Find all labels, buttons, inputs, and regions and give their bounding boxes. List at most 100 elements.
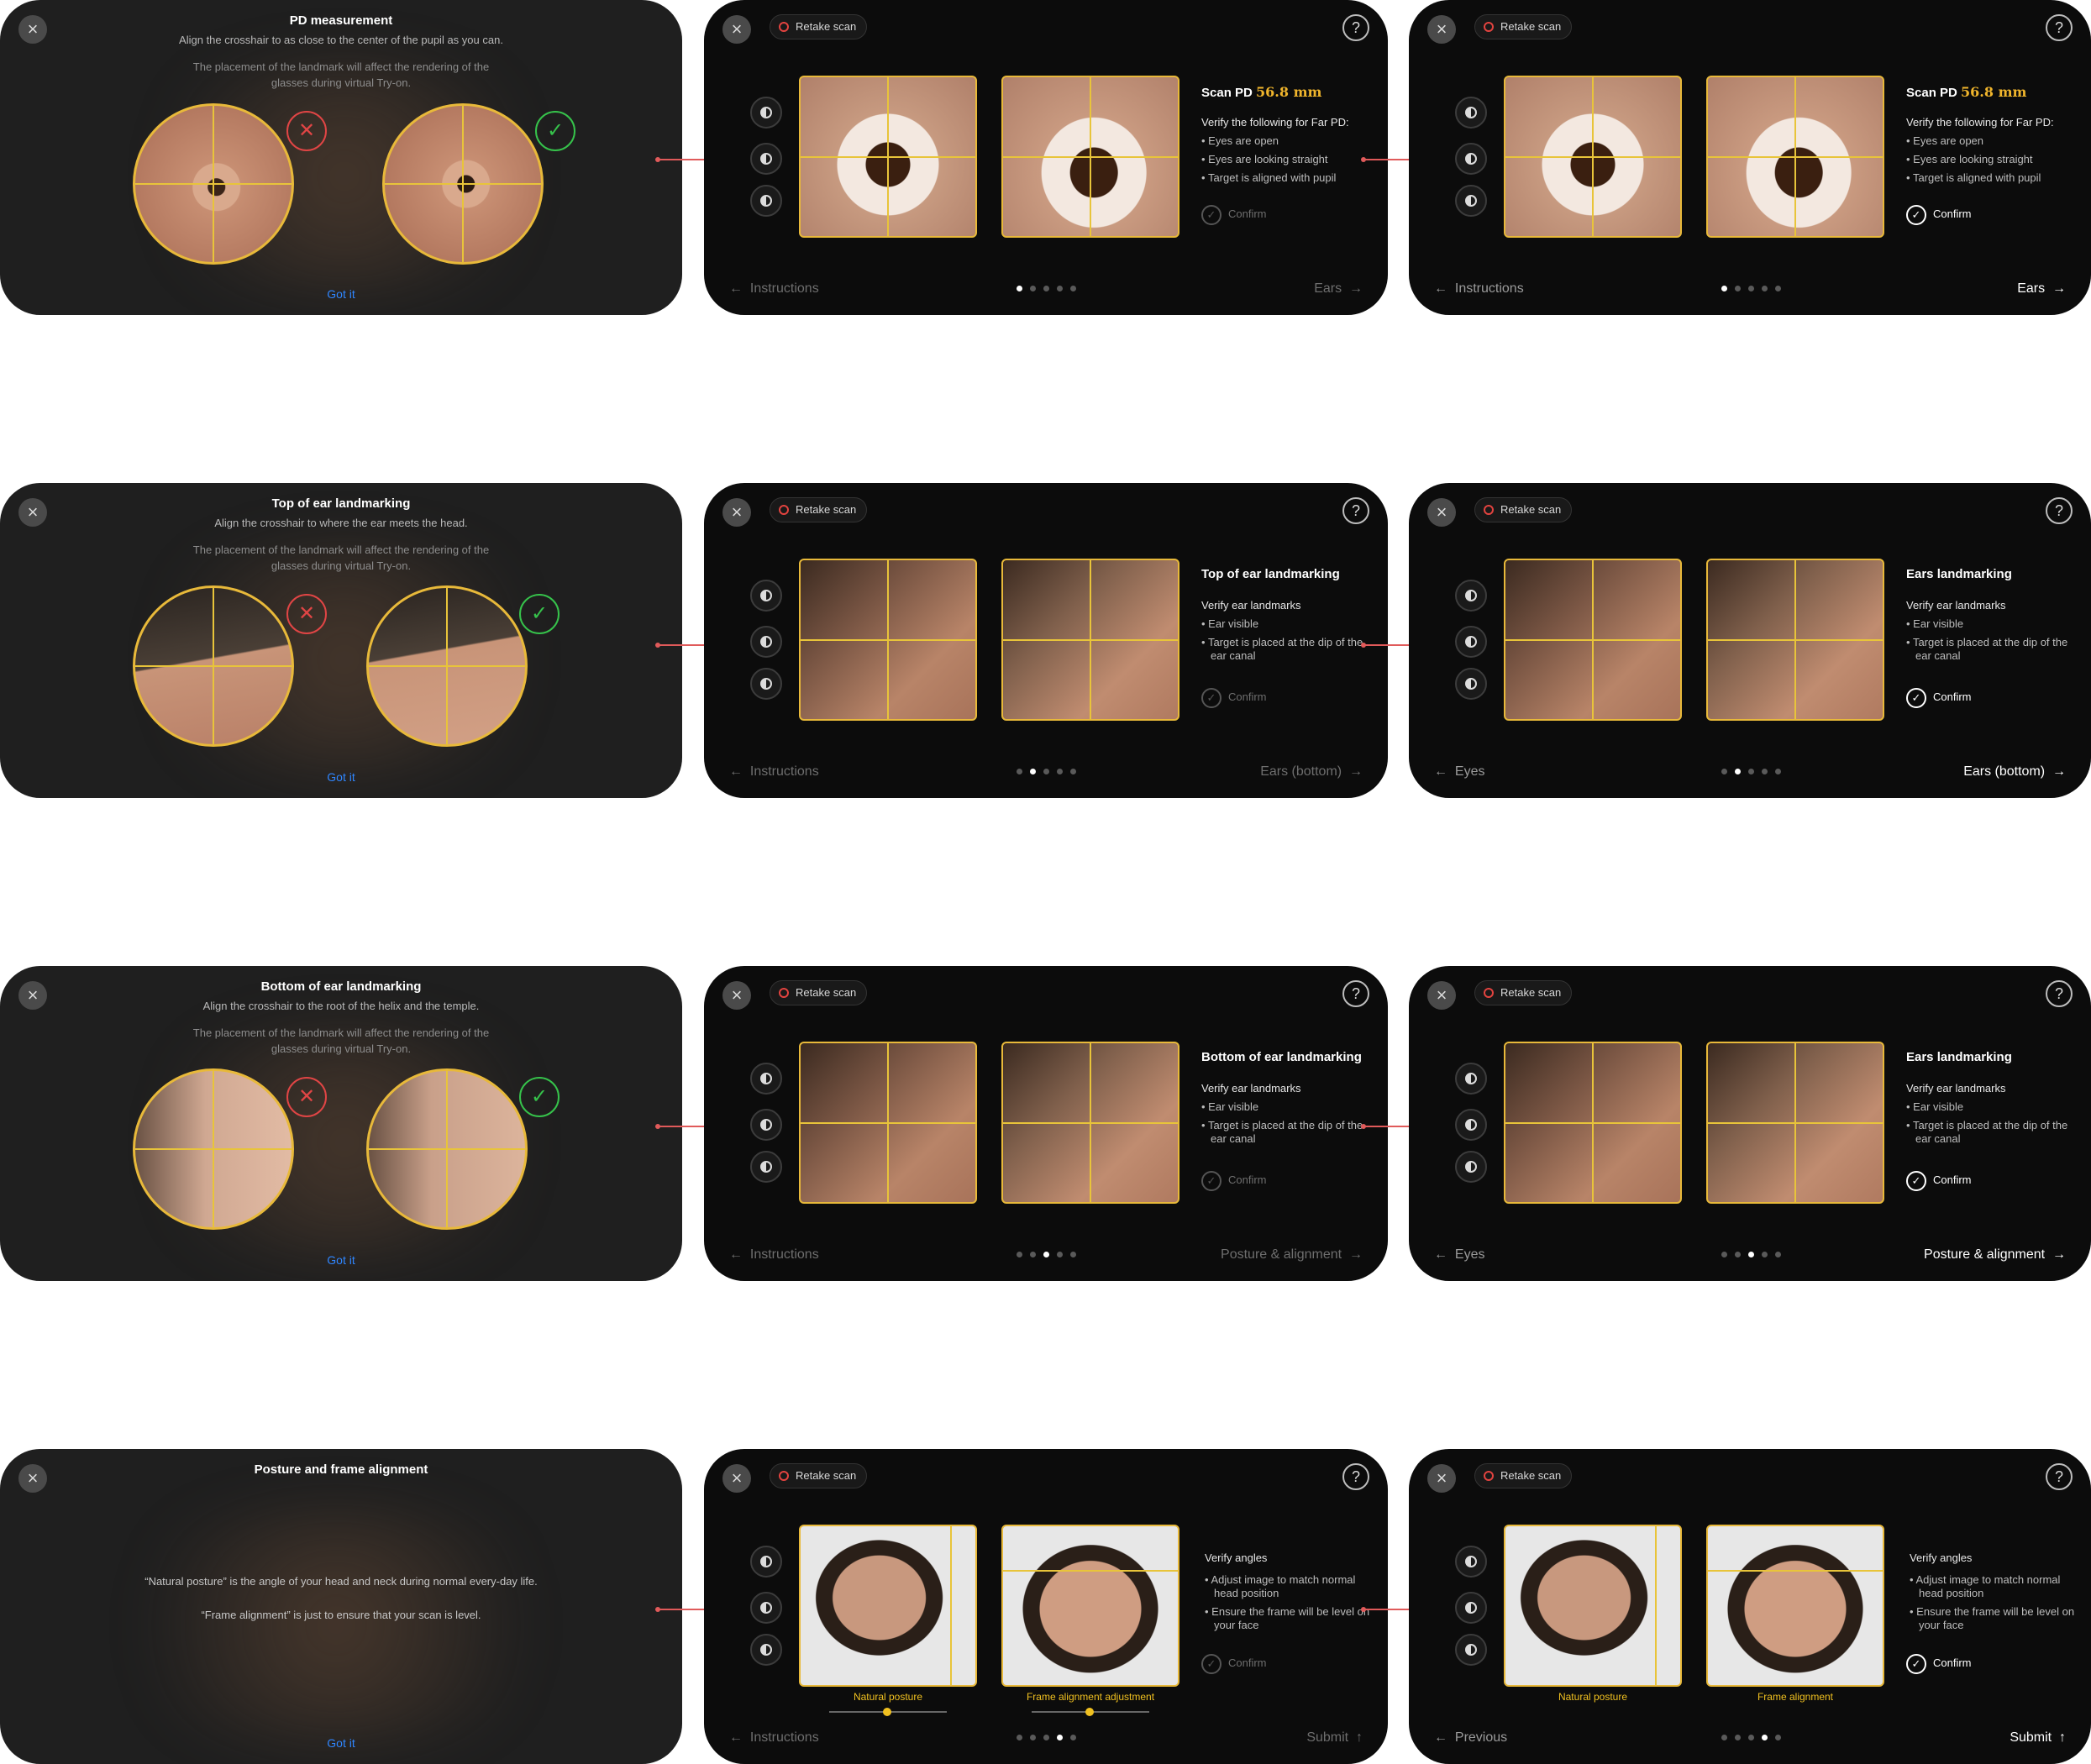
confirm-checkbox[interactable]: ✓ Confirm <box>1906 687 1972 708</box>
submit-button[interactable]: Submit ↑ <box>1306 1730 1363 1746</box>
help-icon[interactable]: ? <box>2046 980 2073 1007</box>
back-button[interactable]: ← Instructions <box>729 1247 819 1263</box>
contrast-tool-1[interactable] <box>750 1063 782 1095</box>
contrast-tool-2[interactable] <box>750 1109 782 1141</box>
got-it-button[interactable]: Got it <box>0 287 682 301</box>
back-button[interactable]: ← Instructions <box>729 1730 819 1746</box>
back-button[interactable]: ← Eyes <box>1434 1247 1484 1263</box>
retake-scan-button[interactable]: Retake scan <box>770 1463 868 1488</box>
profile-photo[interactable] <box>799 1525 977 1687</box>
close-icon[interactable]: × <box>1427 1464 1456 1493</box>
retake-scan-button[interactable]: Retake scan <box>1474 1463 1573 1488</box>
contrast-tool-3[interactable] <box>1455 1151 1487 1183</box>
next-button[interactable]: Ears (bottom) → <box>1260 764 1363 780</box>
back-button[interactable]: ← Instructions <box>729 281 819 297</box>
confirm-checkbox[interactable]: ✓ Confirm <box>1201 1170 1267 1191</box>
help-icon[interactable]: ? <box>1342 497 1369 524</box>
slider-handle[interactable] <box>1085 1708 1094 1716</box>
close-icon[interactable]: × <box>722 1464 751 1493</box>
contrast-tool-2[interactable] <box>750 143 782 175</box>
verify-list: Ear visible Target is placed at the dip … <box>1906 617 2074 668</box>
contrast-icon <box>760 1556 772 1567</box>
natural-posture-slider[interactable] <box>829 1708 947 1716</box>
contrast-tool-2[interactable] <box>750 626 782 658</box>
back-button[interactable]: ← Eyes <box>1434 764 1484 780</box>
ear-image-left[interactable] <box>799 559 977 721</box>
confirm-checkbox[interactable]: ✓ Confirm <box>1201 204 1267 225</box>
next-button[interactable]: Ears → <box>2017 281 2066 297</box>
close-icon[interactable]: × <box>1427 981 1456 1010</box>
next-button[interactable]: Ears (bottom) → <box>1963 764 2066 780</box>
retake-scan-button[interactable]: Retake scan <box>1474 497 1573 522</box>
got-it-button[interactable]: Got it <box>0 770 682 784</box>
contrast-tool-2[interactable] <box>1455 143 1487 175</box>
next-button[interactable]: Ears → <box>1314 281 1363 297</box>
help-icon[interactable]: ? <box>1342 980 1369 1007</box>
ear-image-right[interactable] <box>1001 559 1179 721</box>
back-button[interactable]: ← Instructions <box>1434 281 1524 297</box>
retake-scan-button[interactable]: Retake scan <box>770 980 868 1005</box>
contrast-tool-1[interactable] <box>1455 97 1487 129</box>
confirm-checkbox[interactable]: ✓ Confirm <box>1201 1653 1267 1674</box>
got-it-button[interactable]: Got it <box>0 1736 682 1750</box>
confirm-checkbox[interactable]: ✓ Confirm <box>1906 204 1972 225</box>
confirm-checkbox[interactable]: ✓ Confirm <box>1906 1653 1972 1674</box>
retake-scan-button[interactable]: Retake scan <box>770 497 868 522</box>
close-icon[interactable]: × <box>722 498 751 527</box>
contrast-tool-1[interactable] <box>1455 1546 1487 1578</box>
contrast-tool-2[interactable] <box>750 1592 782 1624</box>
contrast-tool-1[interactable] <box>750 97 782 129</box>
confirm-checkbox[interactable]: ✓ Confirm <box>1906 1170 1972 1191</box>
contrast-tool-1[interactable] <box>750 1546 782 1578</box>
contrast-tool-2[interactable] <box>1455 1592 1487 1624</box>
eye-image-left[interactable] <box>1504 76 1682 238</box>
got-it-button[interactable]: Got it <box>0 1253 682 1267</box>
close-icon[interactable]: × <box>1427 15 1456 44</box>
ear-image-right[interactable] <box>1706 1042 1884 1204</box>
retake-scan-button[interactable]: Retake scan <box>1474 980 1573 1005</box>
back-button[interactable]: ← Instructions <box>729 764 819 780</box>
contrast-tool-1[interactable] <box>750 580 782 612</box>
contrast-tool-2[interactable] <box>1455 626 1487 658</box>
close-icon[interactable]: × <box>722 981 751 1010</box>
contrast-tool-3[interactable] <box>1455 185 1487 217</box>
eye-image-right[interactable] <box>1706 76 1884 238</box>
help-icon[interactable]: ? <box>1342 1463 1369 1490</box>
retake-scan-button[interactable]: Retake scan <box>770 14 868 39</box>
ear-image-left[interactable] <box>799 1042 977 1204</box>
list-item: Eyes are looking straight <box>1201 153 1369 166</box>
pagination-dots <box>1721 1252 1789 1258</box>
ear-image-left[interactable] <box>1504 559 1682 721</box>
ear-image-right[interactable] <box>1001 1042 1179 1204</box>
eye-image-left[interactable] <box>799 76 977 238</box>
help-icon[interactable]: ? <box>2046 14 2073 41</box>
close-icon[interactable]: × <box>722 15 751 44</box>
next-button[interactable]: Posture & alignment → <box>1924 1247 2066 1263</box>
ear-image-left[interactable] <box>1504 1042 1682 1204</box>
eye-image-right[interactable] <box>1001 76 1179 238</box>
contrast-tool-3[interactable] <box>750 1634 782 1666</box>
ear-image-right[interactable] <box>1706 559 1884 721</box>
frame-alignment-slider[interactable] <box>1032 1708 1149 1716</box>
contrast-tool-3[interactable] <box>750 668 782 700</box>
contrast-tool-1[interactable] <box>1455 580 1487 612</box>
help-icon[interactable]: ? <box>1342 14 1369 41</box>
contrast-tool-3[interactable] <box>1455 668 1487 700</box>
front-photo[interactable] <box>1001 1525 1179 1687</box>
front-photo[interactable] <box>1706 1525 1884 1687</box>
contrast-tool-2[interactable] <box>1455 1109 1487 1141</box>
retake-scan-button[interactable]: Retake scan <box>1474 14 1573 39</box>
slider-handle[interactable] <box>883 1708 891 1716</box>
contrast-tool-1[interactable] <box>1455 1063 1487 1095</box>
contrast-tool-3[interactable] <box>1455 1634 1487 1666</box>
contrast-tool-3[interactable] <box>750 1151 782 1183</box>
help-icon[interactable]: ? <box>2046 497 2073 524</box>
contrast-tool-3[interactable] <box>750 185 782 217</box>
help-icon[interactable]: ? <box>2046 1463 2073 1490</box>
profile-photo[interactable] <box>1504 1525 1682 1687</box>
submit-button[interactable]: Submit ↑ <box>2010 1730 2066 1746</box>
confirm-checkbox[interactable]: ✓ Confirm <box>1201 687 1267 708</box>
back-button[interactable]: ← Previous <box>1434 1730 1507 1746</box>
next-button[interactable]: Posture & alignment → <box>1221 1247 1363 1263</box>
close-icon[interactable]: × <box>1427 498 1456 527</box>
